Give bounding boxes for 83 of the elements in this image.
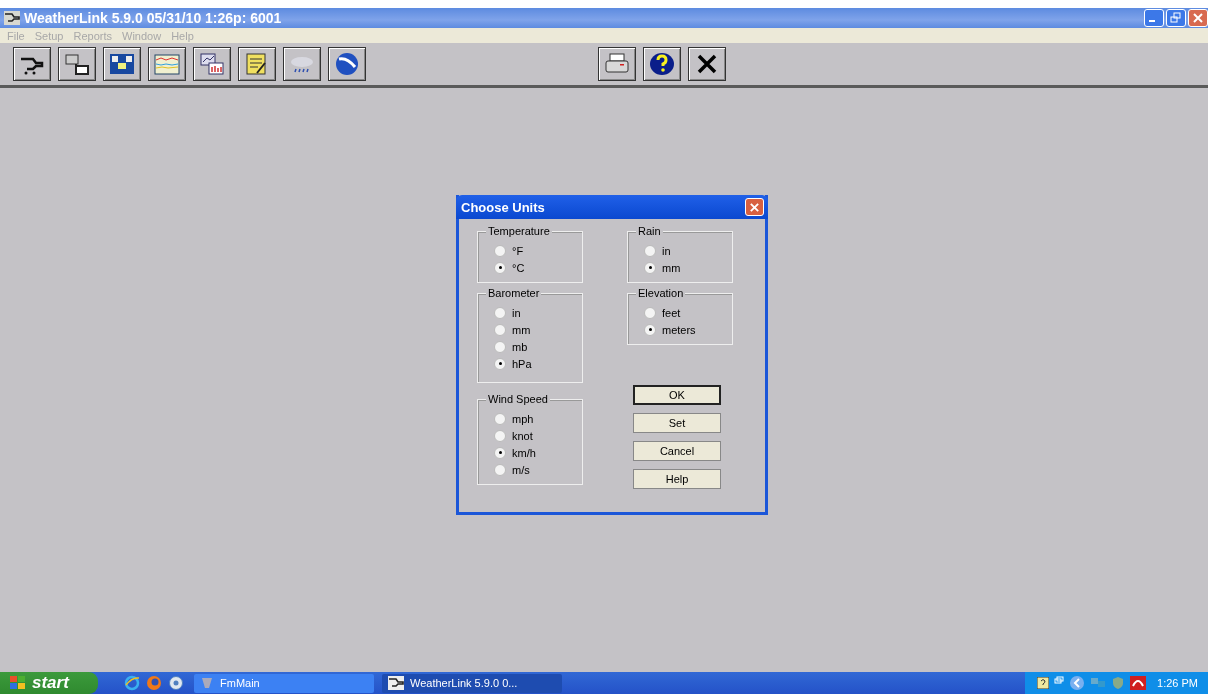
globe-icon — [333, 51, 361, 77]
toolbar-button[interactable] — [103, 47, 141, 81]
group-label: Wind Speed — [486, 393, 550, 405]
option-label: meters — [662, 323, 696, 336]
toolbar-button[interactable] — [328, 47, 366, 81]
app-icon — [388, 676, 404, 690]
menu-item[interactable]: Window — [122, 29, 162, 42]
radio-button[interactable] — [494, 340, 506, 353]
start-button[interactable]: start — [0, 672, 98, 694]
toolbar-button[interactable] — [238, 47, 276, 81]
close-icon — [1192, 12, 1204, 24]
print-button[interactable] — [598, 47, 636, 81]
option-label: mph — [512, 412, 534, 425]
taskbar-button[interactable]: WeatherLink 5.9.0 0... — [382, 673, 562, 693]
taskbar-button[interactable]: FmMain — [194, 673, 374, 693]
option-label: °F — [512, 244, 524, 257]
radio-button[interactable] — [644, 244, 656, 257]
radio-button[interactable] — [494, 261, 506, 274]
chevron-icon[interactable] — [1069, 675, 1086, 691]
dialog-button[interactable]: Cancel — [633, 441, 721, 461]
dialog-button[interactable]: OK — [633, 385, 721, 405]
graph-icon — [153, 51, 181, 77]
dialog-title: Choose Units — [461, 199, 545, 215]
toolbar-button[interactable] — [193, 47, 231, 81]
radio-button[interactable] — [494, 429, 506, 442]
window-title: WeatherLink 5.9.0 05/31/10 1:26p: 6001 — [24, 10, 283, 26]
console-icon — [108, 51, 136, 77]
group-label: Rain — [636, 225, 663, 237]
menu-item[interactable]: File — [7, 29, 25, 42]
charts-icon — [198, 51, 226, 77]
computer-icon — [63, 51, 91, 77]
option-label: °C — [512, 261, 525, 274]
antivirus-icon[interactable] — [1130, 676, 1147, 690]
toolbar-button[interactable] — [58, 47, 96, 81]
toolbar-button[interactable] — [13, 47, 51, 81]
toolbar-button[interactable] — [283, 47, 321, 81]
close-button[interactable] — [745, 198, 764, 216]
option-label: m/s — [512, 463, 530, 476]
browser-icon[interactable] — [124, 675, 140, 691]
app-icon — [200, 676, 214, 690]
clock: 1:26 PM — [1157, 677, 1198, 689]
option-label: mm — [512, 323, 531, 336]
dialog-button[interactable]: Help — [633, 469, 721, 489]
restore-button[interactable] — [1166, 9, 1186, 27]
option-label: feet — [662, 306, 681, 319]
radio-button[interactable] — [644, 306, 656, 319]
radio-button[interactable] — [494, 412, 506, 425]
radio-button[interactable] — [644, 261, 656, 274]
radio-button[interactable] — [644, 323, 656, 336]
radio-button[interactable] — [494, 244, 506, 257]
option-label: in — [662, 244, 671, 257]
close-button[interactable] — [1188, 9, 1208, 27]
radio-button[interactable] — [494, 323, 506, 336]
help-icon[interactable] — [1037, 677, 1050, 689]
app-icon — [4, 11, 20, 25]
group-label: Elevation — [636, 287, 686, 299]
group-label: Barometer — [486, 287, 542, 299]
app-icon[interactable] — [168, 675, 184, 691]
option-label: in — [512, 306, 521, 319]
windows-logo-icon — [10, 676, 26, 690]
option-label: knot — [512, 429, 533, 442]
dialog-button[interactable]: Set — [633, 413, 721, 433]
help-icon — [648, 51, 676, 77]
radio-button[interactable] — [494, 357, 506, 370]
close-icon — [749, 201, 760, 213]
restore-icon — [1170, 12, 1182, 24]
option-label: hPa — [512, 357, 532, 370]
minimize-icon — [1149, 20, 1155, 22]
exit-button[interactable] — [688, 47, 726, 81]
radio-button[interactable] — [494, 446, 506, 459]
menu-item[interactable]: Help — [171, 29, 194, 42]
browser-icon[interactable] — [146, 675, 162, 691]
radio-button[interactable] — [494, 463, 506, 476]
toolbar-button[interactable] — [148, 47, 186, 81]
help-button[interactable] — [643, 47, 681, 81]
menu-item[interactable]: Setup — [34, 29, 64, 42]
menu-item[interactable]: Reports — [73, 29, 112, 42]
minimize-button[interactable] — [1144, 9, 1164, 27]
option-label: km/h — [512, 446, 536, 459]
option-label: mm — [662, 261, 681, 274]
option-label: mb — [512, 340, 528, 353]
group-label: Temperature — [486, 225, 552, 237]
radio-button[interactable] — [494, 306, 506, 319]
